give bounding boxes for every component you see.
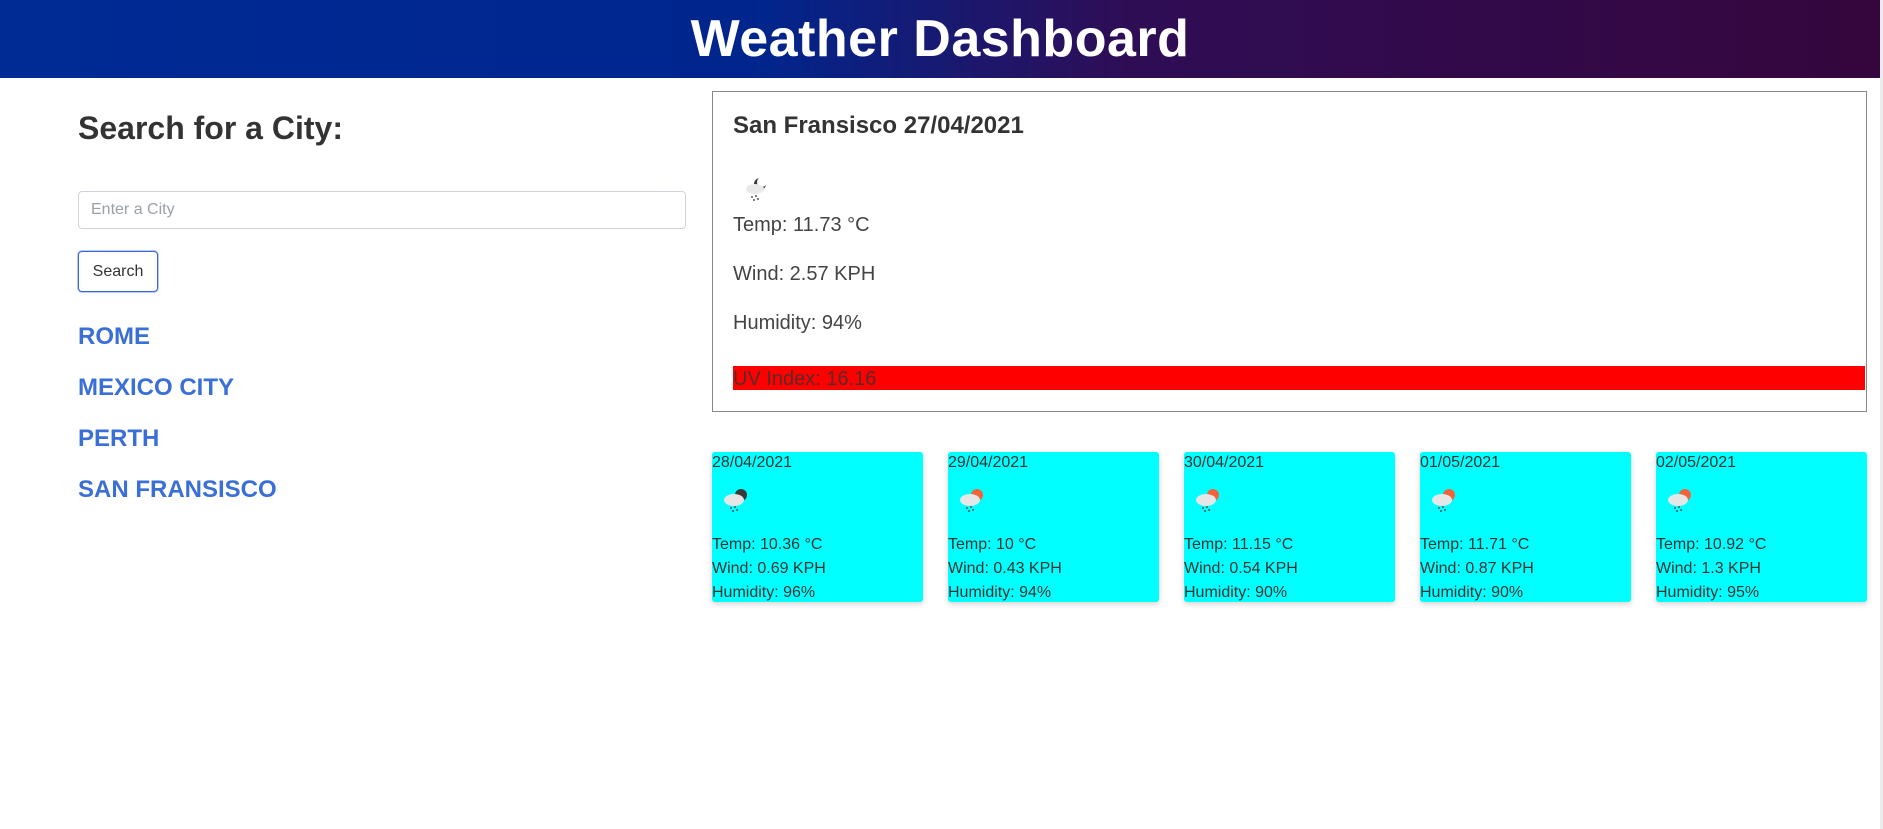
- header-banner: Weather Dashboard: [0, 0, 1880, 78]
- forecast-card: 02/05/2021 Temp: 10.92 °C Wind: 1.3 KPH …: [1656, 452, 1867, 602]
- forecast-temp: Temp: 10.92 °C: [1656, 536, 1767, 553]
- forecast-temp: Temp: 11.15 °C: [1184, 536, 1294, 553]
- current-humidity: Humidity: 94%: [733, 312, 862, 334]
- forecast-wind: Wind: 0.54 KPH: [1184, 560, 1298, 577]
- forecast-temp: Temp: 11.71 °C: [1420, 536, 1530, 553]
- forecast-humidity: Humidity: 94%: [948, 584, 1052, 601]
- forecast-humidity: Humidity: 96%: [712, 584, 816, 601]
- current-wind: Wind: 2.57 KPH: [733, 263, 876, 285]
- forecast-humidity: Humidity: 90%: [1420, 584, 1524, 601]
- forecast-wind: Wind: 0.43 KPH: [948, 560, 1062, 577]
- forecast-date: 02/05/2021: [1656, 454, 1737, 471]
- history-item-mexico-city[interactable]: MEXICO CITY: [78, 373, 277, 424]
- forecast-humidity: Humidity: 90%: [1184, 584, 1288, 601]
- forecast-humidity: Humidity: 95%: [1656, 584, 1760, 601]
- forecast-card: 30/04/2021 Temp: 11.15 °C Wind: 0.54 KPH…: [1184, 452, 1395, 602]
- forecast-date: 30/04/2021: [1184, 454, 1265, 471]
- current-temp: Temp: 11.73 °C: [733, 214, 870, 236]
- forecast-temp: Temp: 10 °C: [948, 536, 1037, 553]
- history-item-perth[interactable]: PERTH: [78, 424, 277, 475]
- forecast-date: 01/05/2021: [1420, 454, 1501, 471]
- forecast-wind: Wind: 1.3 KPH: [1656, 560, 1761, 577]
- forecast-card: 29/04/2021 Temp: 10 °C Wind: 0.43 KPH Hu…: [948, 452, 1159, 602]
- uv-index-bar: UV Index: 16.16: [733, 366, 1865, 390]
- snow-night-icon: [746, 177, 767, 201]
- forecast-wind: Wind: 0.87 KPH: [1420, 560, 1534, 577]
- search-history-list: ROME MEXICO CITY PERTH SAN FRANSISCO: [78, 322, 277, 526]
- current-weather-panel: San Fransisco 27/04/2021 Temp: 11.73 °C …: [712, 91, 1867, 412]
- history-item-rome[interactable]: ROME: [78, 322, 277, 373]
- forecast-temp: Temp: 10.36 °C: [712, 536, 823, 553]
- forecast-date: 28/04/2021: [712, 454, 793, 471]
- snow-day-icon: [1432, 489, 1455, 512]
- snow-night-icon: [724, 489, 747, 512]
- search-button[interactable]: Search: [78, 251, 158, 292]
- search-heading: Search for a City:: [78, 110, 343, 146]
- page-title: Weather Dashboard: [690, 10, 1190, 68]
- snow-day-icon: [960, 489, 983, 512]
- snow-day-icon: [1668, 489, 1691, 512]
- forecast-card: 28/04/2021 Temp: 10.36 °C Wind: 0.69 KPH…: [712, 452, 923, 602]
- current-city-date: San Fransisco 27/04/2021: [733, 112, 1024, 139]
- forecast-card: 01/05/2021 Temp: 11.71 °C Wind: 0.87 KPH…: [1420, 452, 1631, 602]
- snow-day-icon: [1196, 489, 1219, 512]
- city-search-input[interactable]: [78, 191, 686, 229]
- forecast-date: 29/04/2021: [948, 454, 1029, 471]
- forecast-wind: Wind: 0.69 KPH: [712, 560, 826, 577]
- history-item-san-fransisco[interactable]: SAN FRANSISCO: [78, 475, 277, 526]
